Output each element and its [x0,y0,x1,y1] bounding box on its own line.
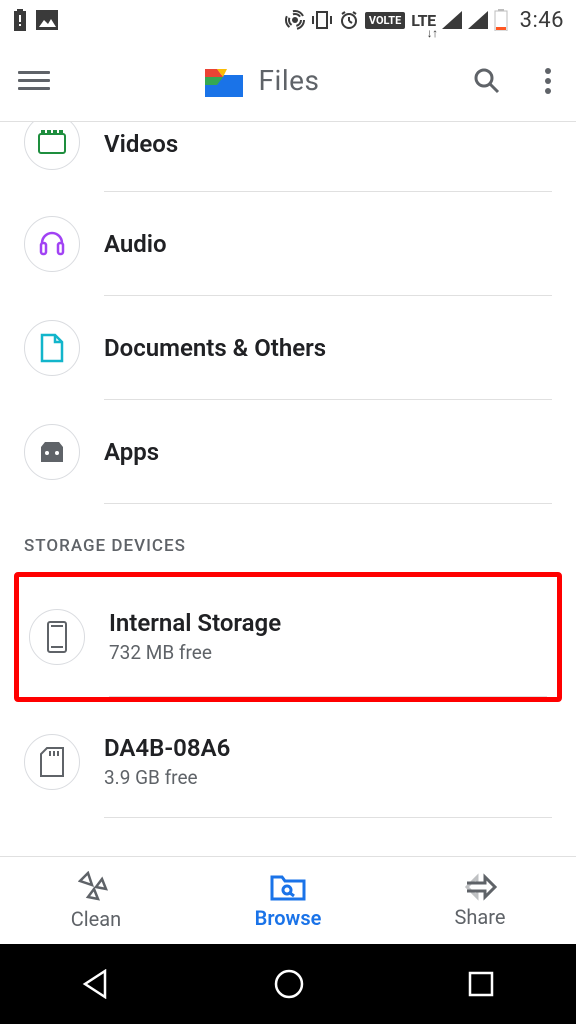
storage-title: Internal Storage [109,609,547,637]
browse-icon [269,872,307,902]
signal-icon-1 [442,11,462,29]
category-videos[interactable]: Videos [0,122,576,192]
nav-label: Browse [255,906,322,930]
internal-storage-highlight: Internal Storage 732 MB free [14,572,562,702]
nav-browse[interactable]: Browse [192,857,384,944]
recents-button[interactable] [467,970,495,998]
category-label: Audio [104,230,552,258]
storage-internal[interactable]: Internal Storage 732 MB free [19,577,557,697]
audio-icon [37,229,67,259]
vibrate-icon [311,10,333,30]
category-label: Apps [104,438,552,466]
hotspot-icon [285,10,305,30]
volte-badge: VOLTE [365,12,405,29]
storage-subtitle: 732 MB free [109,641,547,664]
battery-icon [494,9,508,31]
nav-share[interactable]: Share [384,857,576,944]
status-time: 3:46 [520,8,564,33]
share-icon [463,873,497,901]
files-app-logo-icon [203,63,245,99]
back-button[interactable] [81,969,111,999]
app-bar: Files [0,40,576,122]
sd-card-icon [39,747,65,777]
signal-icon-2 [468,11,488,29]
home-button[interactable] [273,968,305,1000]
storage-devices-header: STORAGE DEVICES [0,504,576,568]
app-title: Files [259,64,320,97]
bottom-navigation: Clean Browse Share [0,856,576,944]
nav-label: Share [455,905,506,929]
category-label: Documents & Others [104,334,552,362]
storage-subtitle: 3.9 GB free [104,766,552,789]
system-navigation-bar [0,944,576,1024]
nav-clean[interactable]: Clean [0,857,192,944]
lte-indicator: LTE↓↑ [411,11,435,30]
more-options-button[interactable] [538,68,558,94]
category-audio[interactable]: Audio [0,192,576,296]
clean-icon [78,871,114,903]
alarm-icon [339,10,359,30]
videos-icon [38,130,66,154]
main-content: Videos Audio Documents & Others [0,122,576,856]
storage-sdcard[interactable]: DA4B-08A6 3.9 GB free [0,706,576,818]
nav-label: Clean [71,907,121,931]
menu-button[interactable] [18,71,50,90]
status-bar: VOLTE LTE↓↑ 3:46 [0,0,576,40]
category-label: Videos [104,130,552,158]
phone-storage-icon [47,621,67,653]
storage-title: DA4B-08A6 [104,734,552,762]
apps-icon [37,439,67,465]
category-documents[interactable]: Documents & Others [0,296,576,400]
image-icon [36,10,58,30]
category-apps[interactable]: Apps [0,400,576,504]
document-icon [40,333,64,363]
search-button[interactable] [472,66,502,96]
battery-alert-icon [12,9,28,31]
